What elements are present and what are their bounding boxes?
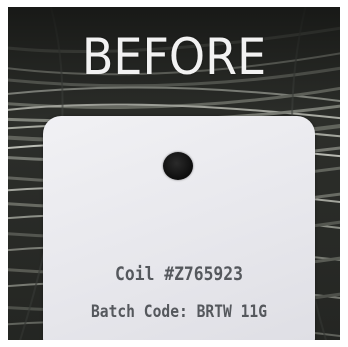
coil-number-label: Coil #Z765923 bbox=[115, 263, 243, 285]
batch-code-label: Batch Code: BRTW 11G bbox=[90, 302, 268, 322]
tag-hole bbox=[163, 152, 193, 180]
coil-tag: Coil #Z765923 Batch Code: BRTW 11G bbox=[43, 116, 315, 340]
before-caption: BEFORE bbox=[81, 28, 267, 86]
image-frame: BEFORE Coil #Z765923 Batch Code: BRTW 11… bbox=[0, 0, 348, 347]
coil-photo: BEFORE Coil #Z765923 Batch Code: BRTW 11… bbox=[8, 7, 340, 340]
